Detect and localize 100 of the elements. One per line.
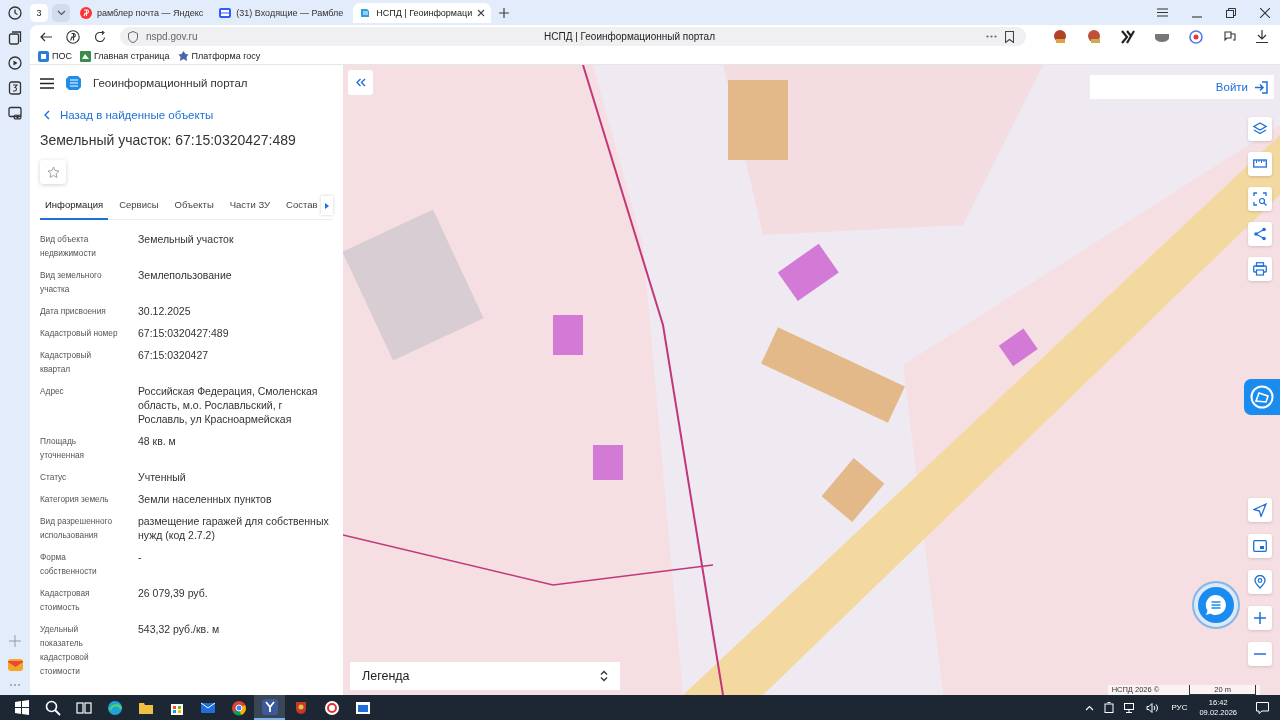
print-button[interactable] [1248,257,1272,281]
browser-icon[interactable] [106,699,123,716]
shield-icon [128,30,138,43]
collapse-panel-button[interactable] [348,70,373,95]
layers-icon [1253,122,1267,136]
bookmark-icon[interactable] [1005,30,1014,43]
browser-tab[interactable]: НСПД | Геоинформаци [353,2,492,23]
counter-icon[interactable] [8,81,22,95]
window-icon[interactable] [354,699,371,716]
field-value: Земельный участок [138,232,235,247]
extension-icon[interactable] [1120,28,1136,45]
tab[interactable]: Информация [40,191,109,220]
browser-tab[interactable]: (31) Входящие — Рамбле [213,2,350,23]
bookmark[interactable]: Платформа госу [177,50,261,62]
ruler-button[interactable] [1248,152,1272,176]
more-icon[interactable] [986,35,997,38]
chrome-icon[interactable] [230,699,247,716]
download-icon[interactable] [1256,30,1268,43]
field-label: Категория земель [40,493,110,506]
new-tab-icon[interactable] [499,7,510,18]
zoom-in-button[interactable] [1248,606,1272,630]
feedback-tab[interactable] [1244,379,1280,415]
language-indicator[interactable]: РУС [1171,703,1188,712]
field-value: - [138,550,143,565]
close-icon[interactable] [477,8,486,17]
field-label: Форма собственности [40,551,98,578]
site-icon [177,50,189,62]
menu-icon[interactable] [1157,8,1168,17]
field-label: Вид земельного участка [40,269,103,296]
battery-icon[interactable] [1104,702,1115,713]
reload-icon[interactable] [94,30,106,43]
chevron-left-icon [44,110,50,120]
locate-icon [1253,503,1267,517]
task-view-icon[interactable] [75,699,92,716]
field-label: Кадастровая стоимость [40,587,91,614]
address-bar[interactable]: nspd.gov.ru НСПД | Геоинформационный портал [120,27,1026,46]
field-label: Кадастровый номер [40,327,119,340]
field-label: Адрес [40,385,65,398]
chevrons-left-icon [355,78,366,87]
start-icon[interactable] [13,699,30,716]
close-icon[interactable] [1260,7,1270,18]
app-icon[interactable] [323,699,340,716]
minimap-button[interactable] [1248,534,1272,558]
field-value: 48 кв. м [138,434,177,449]
field-label: Кадастровый квартал [40,349,93,376]
zoom-in-icon [1253,611,1267,625]
legend-dropdown[interactable]: Легенда [350,662,620,690]
tab-counter[interactable]: 3 [30,3,48,22]
field-label: Статус [40,471,68,484]
favicon-icon [219,6,232,19]
back-icon[interactable] [40,31,52,42]
tab[interactable]: Состав [281,191,323,220]
chat-button[interactable] [1198,587,1234,623]
chevron-up-icon[interactable] [1085,704,1095,711]
history-icon[interactable] [8,6,22,20]
restore-icon[interactable] [1226,7,1236,18]
yandex-browser-icon[interactable] [261,698,278,715]
select-area-button[interactable] [1248,187,1272,211]
ruler-icon [1253,157,1267,171]
locate-button[interactable] [1248,498,1272,522]
menu-icon[interactable] [40,77,54,89]
favicon-icon [359,6,372,19]
volume-icon[interactable] [1146,702,1159,713]
sort-icon [600,670,608,682]
app-title: Геоинформационный портал [93,77,248,89]
url-text: nspd.gov.ru [146,31,199,42]
layers-button[interactable] [1248,117,1272,141]
field-label: Вид разрешенного использования [40,515,113,542]
favicon-icon [80,6,92,19]
tabs-menu-button[interactable] [52,3,70,22]
field-value: Учтенный [138,470,187,484]
tab[interactable]: Объекты [169,191,219,220]
login-button[interactable]: Войти [1215,80,1268,94]
tab[interactable]: Сервисы [114,191,164,220]
share-icon [1253,227,1267,241]
screen-icon[interactable] [8,106,22,120]
object-heading: Земельный участок: 67:15:0320427:489 [40,132,297,148]
tab[interactable]: Части ЗУ [224,191,276,220]
search-icon[interactable] [44,699,61,716]
play-icon[interactable] [8,56,22,70]
zoom-out-button[interactable] [1248,642,1272,666]
minimap-icon [1253,539,1267,553]
select-area-icon [1253,192,1267,206]
browser-tab[interactable]: рамблер почта — Яндекс [74,2,210,23]
field-value: 67:15:0320427:489 [138,326,230,340]
back-link[interactable]: Назад в найденные объекты [44,109,333,121]
chat-icon [1205,594,1227,616]
notifications-icon[interactable] [1256,701,1269,714]
field-value: Землепользование [138,268,233,283]
field-value: 26 079,39 руб. [138,586,209,601]
share-button[interactable] [1248,222,1272,246]
bookmark[interactable]: Главная страница [79,50,170,62]
field-value: Земли населенных пунктов [138,492,273,506]
yandex-icon[interactable] [66,29,80,44]
bookmark[interactable]: ПОС [38,50,72,62]
collections-icon[interactable] [8,31,22,45]
field-label: Площадь уточненная [40,435,86,462]
location-search-button[interactable] [1248,570,1272,594]
network-icon[interactable] [1124,702,1137,713]
page-title: НСПД | Геоинформационный портал [544,31,716,42]
